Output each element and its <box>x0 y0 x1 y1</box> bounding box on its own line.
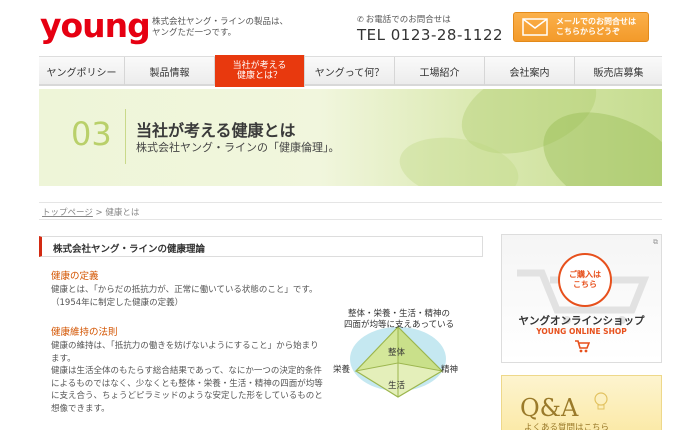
section-heading: 株式会社ヤング・ラインの健康理論 <box>39 236 483 257</box>
tagline-line-1: 株式会社ヤング・ラインの製品は、 <box>152 17 289 27</box>
qa-title: Q&A <box>520 394 579 422</box>
mail-contact-button[interactable]: メールでのお問合せは こちらからどうぞ <box>513 12 649 42</box>
tagline: 株式会社ヤング・ラインの製品は、 ヤングただ一つです。 <box>152 17 288 39</box>
law-line-1: 健康の維持は、「抵抗力の働きを妨げないようにすること」から始まり <box>51 341 319 351</box>
phone-label-row: ✆ お電話でのお問合せは <box>357 13 503 26</box>
phone-number: TEL 0123-28-1122 <box>357 26 504 44</box>
global-nav: ヤングポリシー 製品情報 当社が考える 健康とは？ ヤングって何？ 工場紹介 会… <box>39 55 662 87</box>
nav-item-dealers[interactable]: 販売店募集 <box>575 57 662 85</box>
hero-number: 03 <box>71 115 112 153</box>
phone-contact: ✆ お電話でのお問合せは TEL 0123-28-1122 <box>357 13 504 45</box>
maintenance-law-heading: 健康維持の法則 <box>51 327 118 338</box>
page: young 株式会社ヤング・ラインの製品は、 ヤングただ一つです。 ✆ お電話で… <box>0 0 700 430</box>
buy-here-badge: ご購入は こちら <box>558 253 612 307</box>
mail-line-1: メールでのお問合せは <box>556 17 636 26</box>
phone-label: お電話でのお問合せは <box>365 15 451 25</box>
law-line-2: ます。 <box>51 353 76 364</box>
online-shop-subtitle: YOUNG ONLINE SHOP <box>536 327 627 336</box>
page-title: 当社が考える健康とは <box>136 121 296 140</box>
definition-line-1: 健康とは、「からだの抵抗力が、正常に働いている状態のこと」です。 <box>51 285 318 295</box>
tagline-line-2: ヤングただ一つです。 <box>152 28 237 38</box>
mail-line-2: こちらからどうぞ <box>556 27 620 36</box>
diagram-label-nutrition: 栄養 <box>333 365 351 375</box>
nav-item-health-line-1: 当社が考える <box>232 61 287 71</box>
maintenance-law-text: 健康の維持は、「抵抗力の働きを妨げないようにすること」から始まり ます。 健康は… <box>51 340 351 415</box>
definition-text: 健康とは、「からだの抵抗力が、正常に働いている状態のこと」です。 （1954年に… <box>51 284 351 309</box>
law-line-4: によるものではなく、少なくとも整体・栄養・生活・精神の四面が均等 <box>51 378 323 389</box>
diagram-label-body: 整体 <box>388 348 406 358</box>
law-line-5: に支え合う、ちょうどピラミッドのような安定した形をしているものと <box>51 391 323 401</box>
qa-banner[interactable]: Q&A よくある質問はこちら <box>501 375 662 430</box>
nav-item-health[interactable]: 当社が考える 健康とは？ <box>215 55 305 87</box>
breadcrumb-separator: > <box>92 208 106 218</box>
breadcrumb-current: 健康とは <box>105 208 140 218</box>
definition-heading: 健康の定義 <box>51 271 99 282</box>
nav-item-company[interactable]: 会社案内 <box>485 57 575 85</box>
buy-here-line-2: こちら <box>573 280 597 289</box>
buy-here-line-1: ご購入は <box>569 270 601 279</box>
nav-item-policy[interactable]: ヤングポリシー <box>39 57 125 85</box>
diagram-label-life: 生活 <box>388 381 406 391</box>
law-line-3: 健康は生活全体のもたらす総合結果であって、なにか一つの決定的条件 <box>51 366 322 376</box>
mail-button-text: メールでのお問合せは こちらからどうぞ <box>556 17 636 37</box>
nav-item-factory[interactable]: 工場紹介 <box>395 57 485 85</box>
phone-icon: ✆ <box>357 14 364 24</box>
site-header: young 株式会社ヤング・ラインの製品は、 ヤングただ一つです。 ✆ お電話で… <box>0 0 700 56</box>
external-window-icon: ⧉ <box>653 238 658 246</box>
nav-item-products[interactable]: 製品情報 <box>125 57 215 85</box>
online-shop-banner[interactable]: ⧉ ご購入は こちら ヤングオンラインショップ YOUNG ONLINE SHO… <box>501 234 662 363</box>
diagram-label-mind: 精神 <box>441 365 459 375</box>
breadcrumb: トップページ > 健康とは <box>39 202 662 220</box>
envelope-icon <box>522 18 548 36</box>
definition-line-2: （1954年に制定した健康の定義） <box>51 297 184 308</box>
breadcrumb-home-link[interactable]: トップページ <box>42 208 93 218</box>
lightbulb-icon <box>594 392 608 410</box>
cart-icon <box>575 340 590 353</box>
logo[interactable]: young <box>40 6 151 45</box>
hero-banner: 03 当社が考える健康とは 株式会社ヤング・ラインの「健康倫理」。 <box>39 89 662 186</box>
online-shop-title: ヤングオンラインショップ <box>518 315 645 327</box>
hero-divider <box>125 109 126 164</box>
diagram-caption-2: 四面が均等に支えあっている <box>344 320 455 330</box>
law-line-6: 想像できます。 <box>51 403 110 414</box>
nav-item-health-line-2: 健康とは？ <box>236 71 282 81</box>
health-pyramid-diagram: 整体・栄養・生活・精神の 四面が均等に支えあっている 整体 栄養 精神 生活 <box>330 305 480 430</box>
nav-item-about-young[interactable]: ヤングって何？ <box>305 57 395 85</box>
qa-subtitle: よくある質問はこちら <box>524 423 610 430</box>
page-subtitle: 株式会社ヤング・ラインの「健康倫理」。 <box>136 141 340 154</box>
